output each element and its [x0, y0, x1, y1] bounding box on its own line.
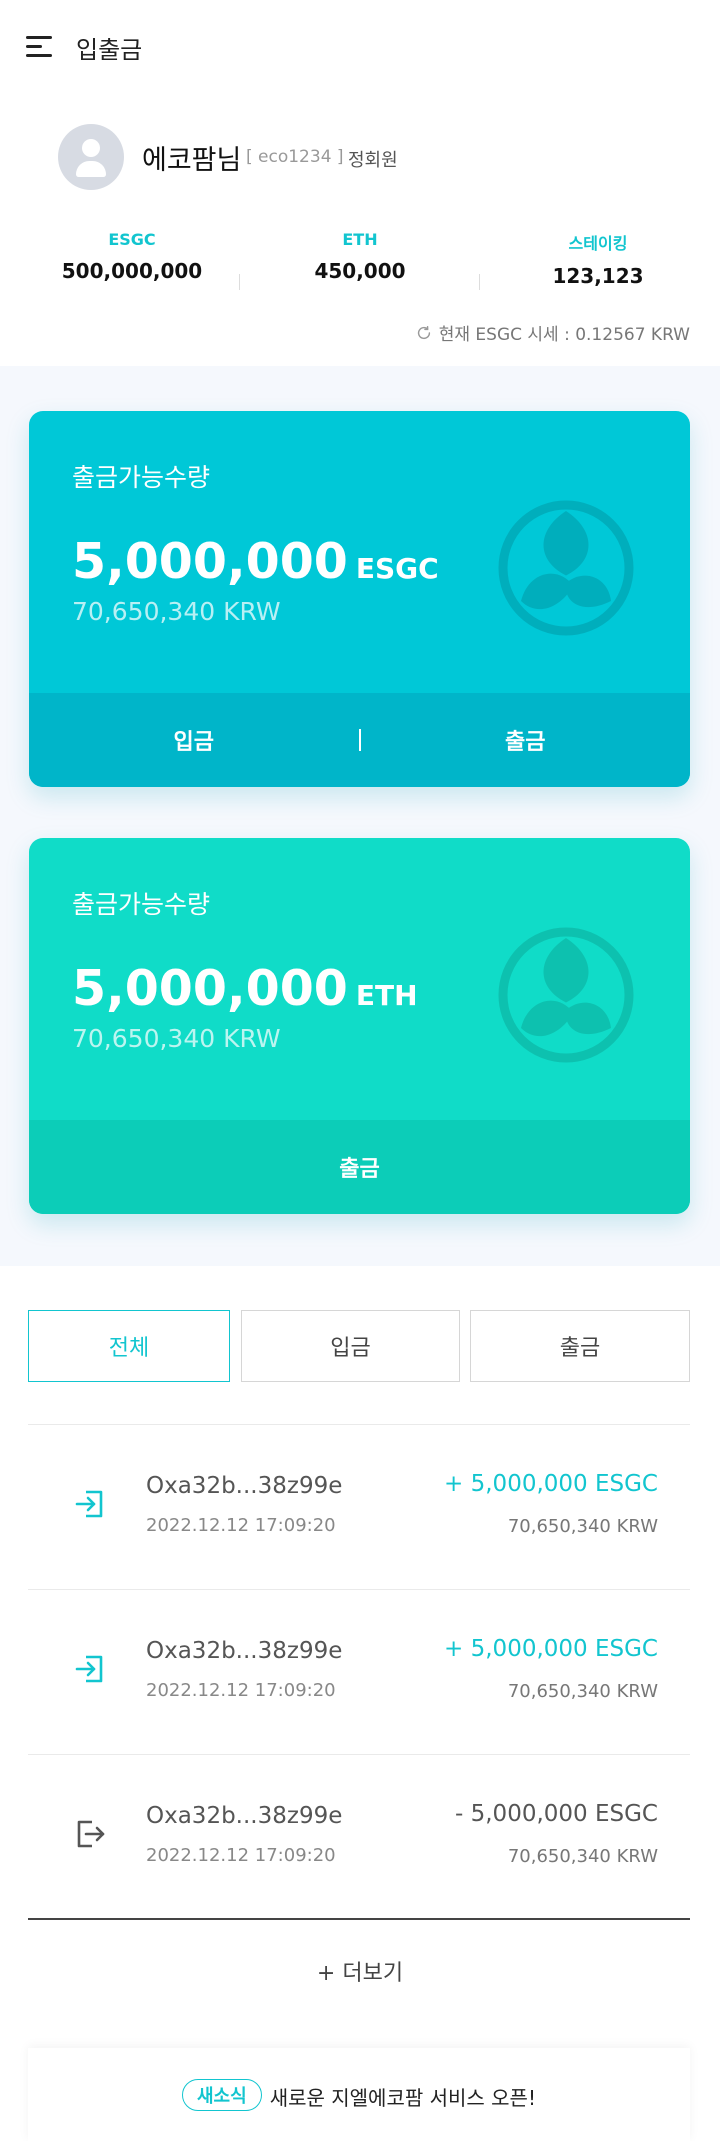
list-item[interactable]: Oxa32b...38z99e 2022.12.12 17:09:20 - 5,…	[28, 1754, 690, 1919]
stat-label: ESGC	[108, 230, 156, 249]
notice-banner: 새소식 새로운 지엘에코팜 서비스 오픈!	[28, 2048, 690, 2141]
list-bottom-divider	[28, 1918, 690, 1920]
stat-value: 500,000,000	[61, 259, 203, 283]
tx-address: Oxa32b...38z99e	[146, 1638, 343, 1664]
tab-all[interactable]: 전체	[28, 1310, 230, 1382]
refresh-icon[interactable]	[415, 324, 433, 342]
stat-value: 450,000	[314, 259, 406, 283]
card-actions: 입금 출금	[29, 693, 690, 787]
deposit-icon	[75, 1655, 103, 1683]
withdraw-icon	[77, 1820, 105, 1848]
tx-date: 2022.12.12 17:09:20	[146, 1845, 336, 1866]
deposit-icon	[75, 1490, 103, 1518]
card-label: 출금가능수량	[72, 890, 211, 919]
tab-deposit[interactable]: 입금	[241, 1310, 460, 1382]
card-label: 출금가능수량	[72, 463, 211, 492]
wallet-card-eth: 출금가능수량 5,000,000 ETH 70,650,340 KRW 출금	[29, 838, 690, 1214]
card-amount-value: 5,000,000	[72, 533, 348, 590]
tx-amount: + 5,000,000 ESGC	[444, 1636, 658, 1662]
withdraw-button[interactable]: 출금	[361, 724, 691, 756]
tx-krw: 70,650,340 KRW	[507, 1681, 658, 1702]
stat-eth: ETH 450,000	[240, 230, 480, 283]
profile-name: 에코팜님	[142, 145, 242, 176]
filter-tabs: 전체 입금 출금	[28, 1310, 690, 1382]
leaf-logo-icon	[498, 500, 634, 636]
card-amount-unit: ESGC	[355, 552, 439, 585]
stat-esgc: ESGC 500,000,000	[12, 230, 252, 283]
notice-content: 새소식 새로운 지엘에코팜 서비스 오픈!	[182, 2079, 536, 2141]
withdraw-button[interactable]: 출금	[29, 1151, 690, 1183]
list-item[interactable]: Oxa32b...38z99e 2022.12.12 17:09:20 + 5,…	[28, 1589, 690, 1754]
profile-section: 에코팜님 [ eco1234 ] 정회원 ESGC 500,000,000 ET…	[0, 92, 720, 366]
tx-amount: - 5,000,000 ESGC	[455, 1801, 658, 1827]
card-actions: 출금	[29, 1120, 690, 1214]
notice-link[interactable]: 새로운 지엘에코팜 서비스 오픈!	[270, 2079, 536, 2111]
avatar	[58, 124, 124, 190]
card-amount: 5,000,000 ETH	[72, 960, 418, 1017]
tx-date: 2022.12.12 17:09:20	[146, 1680, 336, 1701]
card-amount: 5,000,000 ESGC	[72, 533, 439, 590]
leaf-logo-icon	[498, 927, 634, 1063]
stat-staking: 스테이킹 123,123	[478, 230, 718, 288]
deposit-button[interactable]: 입금	[29, 724, 359, 756]
app-header: 입출금	[0, 0, 720, 92]
tx-date: 2022.12.12 17:09:20	[146, 1515, 336, 1536]
tx-krw: 70,650,340 KRW	[507, 1516, 658, 1537]
tx-address: Oxa32b...38z99e	[146, 1803, 343, 1829]
page-title: 입출금	[76, 36, 143, 64]
wallet-card-esgc: 출금가능수량 5,000,000 ESGC 70,650,340 KRW 입금 출…	[29, 411, 690, 787]
card-krw: 70,650,340 KRW	[72, 597, 281, 626]
transaction-list: Oxa32b...38z99e 2022.12.12 17:09:20 + 5,…	[28, 1424, 690, 1919]
rate-info: 현재 ESGC 시세 : 0.12567 KRW	[415, 320, 690, 345]
load-more-button[interactable]: + 더보기	[0, 1955, 720, 1987]
wallet-cards-area: 출금가능수량 5,000,000 ESGC 70,650,340 KRW 입금 출…	[0, 366, 720, 1266]
profile-grade: 정회원	[348, 150, 398, 171]
rate-text: 현재 ESGC 시세 : 0.12567 KRW	[438, 325, 690, 345]
stat-label: ETH	[342, 230, 378, 249]
tx-amount: + 5,000,000 ESGC	[444, 1471, 658, 1497]
balance-stats: ESGC 500,000,000 ETH 450,000 스테이킹 123,12…	[0, 230, 720, 300]
tx-address: Oxa32b...38z99e	[146, 1473, 343, 1499]
notice-badge: 새소식	[182, 2079, 262, 2111]
list-item[interactable]: Oxa32b...38z99e 2022.12.12 17:09:20 + 5,…	[28, 1424, 690, 1589]
hamburger-menu-icon[interactable]	[26, 34, 54, 58]
stat-label: 스테이킹	[568, 234, 628, 253]
tab-withdraw[interactable]: 출금	[470, 1310, 690, 1382]
card-amount-value: 5,000,000	[72, 960, 348, 1017]
profile-user-id: [ eco1234 ]	[246, 147, 344, 167]
stat-value: 123,123	[552, 264, 644, 288]
card-krw: 70,650,340 KRW	[72, 1024, 281, 1053]
card-amount-unit: ETH	[355, 979, 418, 1012]
tx-krw: 70,650,340 KRW	[507, 1846, 658, 1867]
